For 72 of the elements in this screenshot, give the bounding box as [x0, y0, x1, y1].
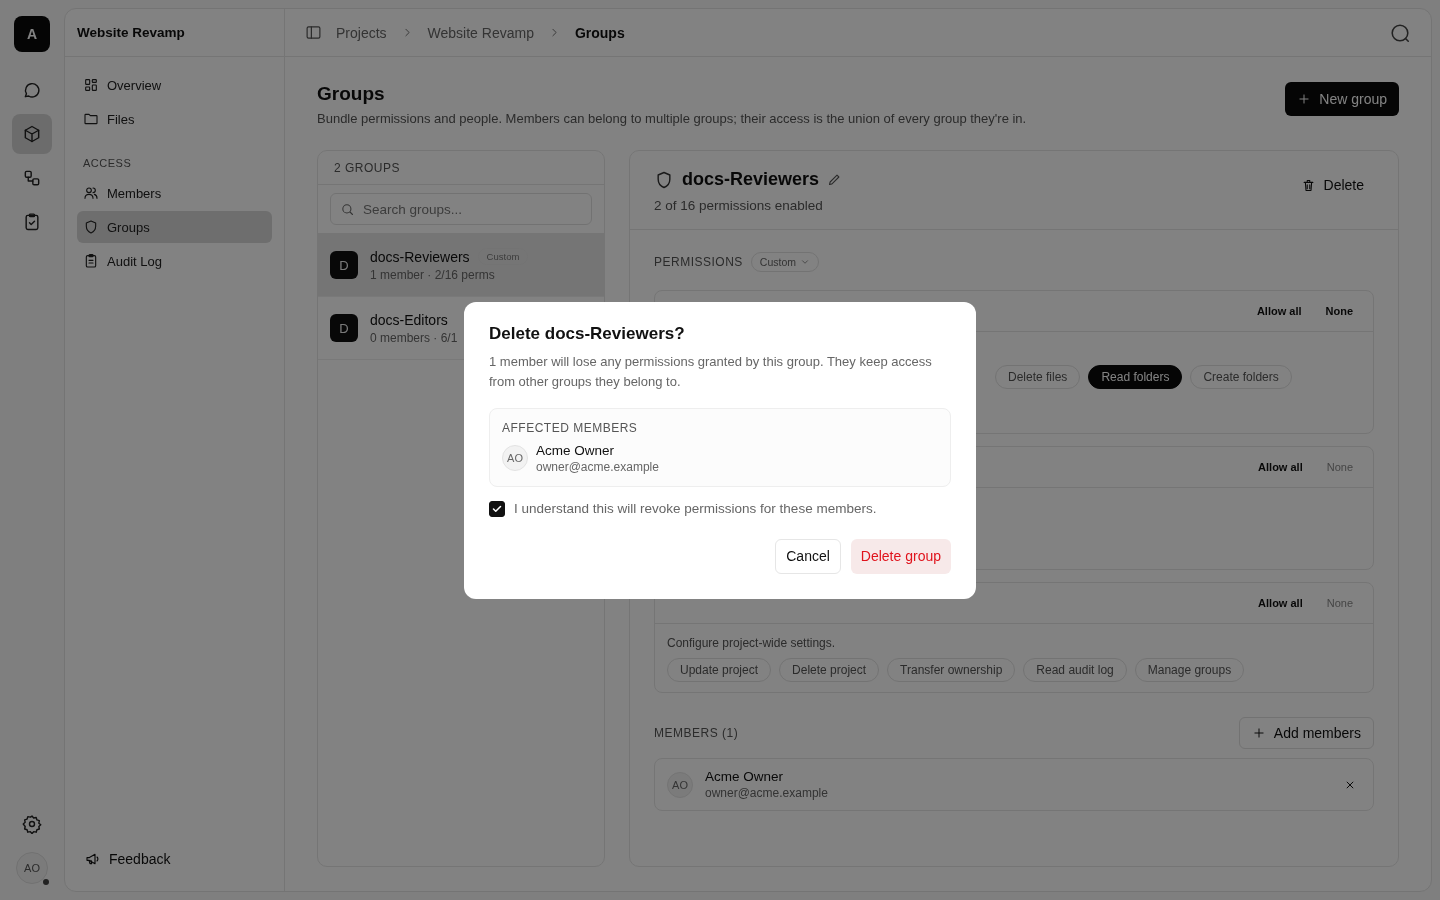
nav-item[interactable]: Files: [77, 103, 272, 135]
group-name: docs-Reviewers: [370, 248, 470, 265]
avatar: AO: [502, 445, 528, 471]
nav-item[interactable]: Overview: [77, 69, 272, 101]
nav-item[interactable]: Members: [77, 177, 272, 209]
nav-item[interactable]: Audit Log: [77, 245, 272, 277]
cancel-button[interactable]: Cancel: [775, 538, 841, 574]
group-meta: 1 member · 2/16 perms: [370, 268, 496, 282]
permission-chip[interactable]: Read audit log: [1023, 658, 1127, 682]
section-label: PERMISSIONS: [654, 255, 743, 269]
group-avatar: D: [330, 314, 358, 342]
section-label: AFFECTED MEMBERS: [502, 420, 639, 435]
delete-group-button[interactable]: Delete group: [850, 538, 951, 574]
search-field[interactable]: Search groups...: [330, 193, 592, 225]
grid-icon: [83, 77, 99, 93]
page-title: Groups: [317, 83, 386, 105]
plus-icon: [1251, 726, 1266, 740]
permission-chip[interactable]: Transfer ownership: [887, 658, 1016, 682]
avatar: AO: [667, 771, 693, 798]
permission-chip[interactable]: Update project: [667, 658, 772, 682]
megaphone-icon: [85, 851, 101, 867]
add-members-button[interactable]: Add members: [1238, 717, 1374, 749]
page-description: Bundle permissions and people. Members can belong to multiple groups; their access is the union of every group they're in.: [317, 111, 1027, 126]
group-name: docs-Editors: [370, 311, 448, 328]
group-avatar: D: [330, 251, 358, 279]
allow-all-button[interactable]: Allow all: [1246, 301, 1312, 321]
clipboard-list-icon: [83, 253, 99, 269]
member-name: Acme Owner: [536, 442, 616, 458]
members-label: MEMBERS (1): [654, 726, 739, 740]
group-meta: 0 members · 6/1: [370, 330, 458, 345]
cube-icon: [22, 124, 42, 144]
group-title: docs-Reviewers: [682, 169, 820, 190]
member-email: owner@acme.example: [536, 459, 659, 474]
search-icon: [340, 202, 355, 217]
confirm-checkbox[interactable]: [489, 500, 505, 517]
member-email: owner@acme.example: [705, 786, 828, 800]
section-label: ACCESS: [83, 157, 133, 169]
section-description: Configure project-wide settings.: [667, 636, 837, 650]
allow-all-button[interactable]: Allow all: [1248, 457, 1313, 477]
people-icon: [83, 185, 99, 201]
permission-summary: 2 of 16 permissions enabled: [654, 198, 824, 213]
user-avatar[interactable]: AO: [16, 852, 48, 884]
plus-icon: [1297, 92, 1312, 106]
chevron-down-icon: [800, 257, 811, 267]
permission-chip[interactable]: Delete project: [779, 658, 880, 682]
flow-icon: [22, 168, 42, 188]
rail-button[interactable]: [12, 114, 52, 154]
shield-icon: [654, 169, 674, 190]
clipboard-check-icon: [22, 212, 42, 232]
folder-icon: [83, 111, 99, 127]
breadcrumb-link[interactable]: Groups: [574, 24, 625, 41]
permission-chip[interactable]: Delete files: [995, 365, 1081, 389]
app-logo[interactable]: A: [14, 16, 50, 52]
new-group-button[interactable]: New group: [1285, 82, 1399, 116]
permission-chip[interactable]: Manage groups: [1134, 658, 1245, 682]
shield-icon: [83, 219, 99, 235]
breadcrumb-link[interactable]: Projects: [336, 24, 387, 41]
permission-chip[interactable]: Create folders: [1190, 365, 1292, 389]
checkbox-label: I understand this will revoke permissions for these members.: [514, 501, 877, 516]
breadcrumb-link[interactable]: Website Revamp: [427, 24, 534, 41]
delete-button[interactable]: Delete: [1290, 171, 1374, 199]
none-button[interactable]: None: [1315, 301, 1363, 321]
allow-all-button[interactable]: Allow all: [1248, 593, 1313, 613]
project-title: Website Revamp: [65, 9, 284, 57]
member-name: Acme Owner: [705, 769, 785, 784]
settings-icon: [22, 814, 42, 834]
sidebar-toggle-icon: [305, 24, 322, 41]
feedback-link[interactable]: Feedback: [77, 843, 272, 875]
group-count: 2 GROUPS: [334, 160, 400, 175]
permission-chip[interactable]: Read folders: [1088, 365, 1183, 389]
nav-item[interactable]: Groups: [77, 211, 272, 243]
preset-dropdown[interactable]: Custom: [750, 252, 820, 272]
